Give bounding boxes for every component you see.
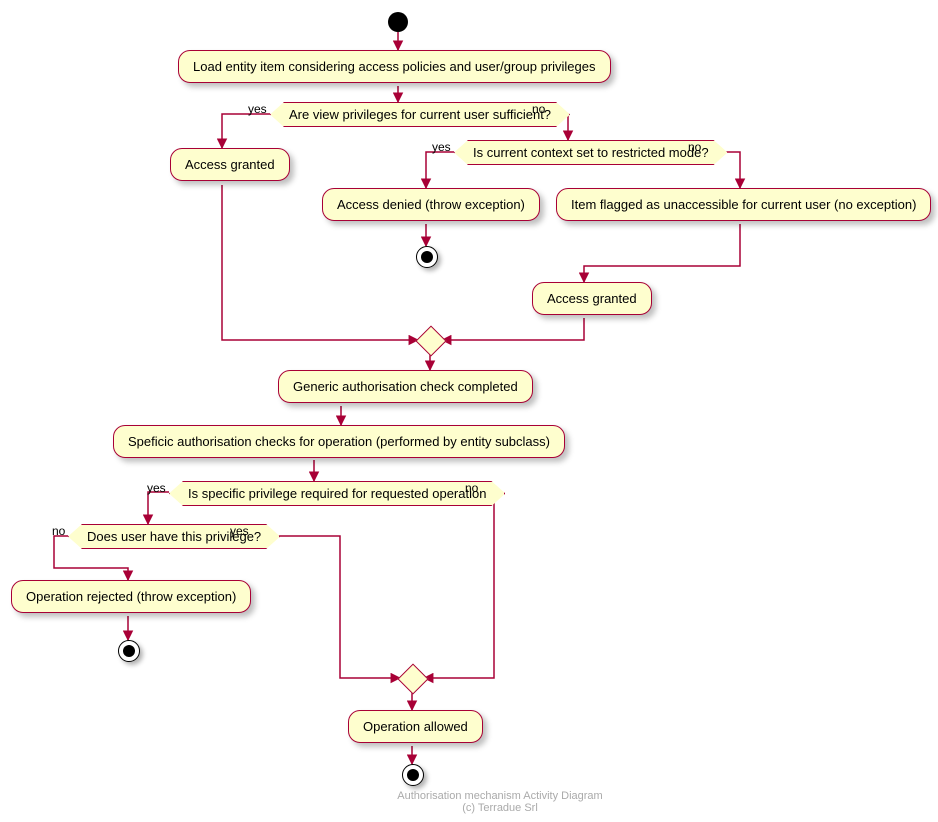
edge-label-yes: yes <box>248 102 267 116</box>
activity-label: Access granted <box>547 291 637 306</box>
activity-label: Operation allowed <box>363 719 468 734</box>
activity-operation-allowed: Operation allowed <box>348 710 483 743</box>
footer-line: Authorisation mechanism Activity Diagram <box>350 790 650 802</box>
decision-label: Are view privileges for current user suf… <box>289 107 551 122</box>
activity-access-granted-2: Access granted <box>532 282 652 315</box>
edge-label-no: no <box>532 102 545 116</box>
activity-label: Speficic authorisation checks for operat… <box>128 434 550 449</box>
activity-label: Access granted <box>185 157 275 172</box>
decision-view-privileges: Are view privileges for current user suf… <box>270 102 570 127</box>
edge-label-yes: yes <box>432 140 451 154</box>
end-node <box>402 764 424 786</box>
decision-label: Is current context set to restricted mod… <box>473 145 709 160</box>
end-node <box>118 640 140 662</box>
activity-access-granted-1: Access granted <box>170 148 290 181</box>
edge-label-no: no <box>465 481 478 495</box>
activity-operation-rejected: Operation rejected (throw exception) <box>11 580 251 613</box>
decision-label: Is specific privilege required for reque… <box>188 486 486 501</box>
activity-label: Operation rejected (throw exception) <box>26 589 236 604</box>
edge-label-yes: yes <box>147 481 166 495</box>
activity-specific-auth: Speficic authorisation checks for operat… <box>113 425 565 458</box>
decision-restricted-mode: Is current context set to restricted mod… <box>454 140 728 165</box>
start-node <box>388 12 408 32</box>
end-node <box>416 246 438 268</box>
activity-label: Generic authorisation check completed <box>293 379 518 394</box>
footer-line: (c) Terradue Srl <box>350 802 650 814</box>
activity-generic-auth: Generic authorisation check completed <box>278 370 533 403</box>
decision-specific-privilege: Is specific privilege required for reque… <box>169 481 505 506</box>
activity-label: Load entity item considering access poli… <box>193 59 596 74</box>
activity-label: Access denied (throw exception) <box>337 197 525 212</box>
edge-label-no: no <box>52 524 65 538</box>
edge-label-no: no <box>688 140 701 154</box>
activity-load-entity: Load entity item considering access poli… <box>178 50 611 83</box>
activity-access-denied: Access denied (throw exception) <box>322 188 540 221</box>
diagram-footer: Authorisation mechanism Activity Diagram… <box>350 790 650 814</box>
activity-item-flagged: Item flagged as unaccessible for current… <box>556 188 931 221</box>
activity-label: Item flagged as unaccessible for current… <box>571 197 916 212</box>
edge-label-yes: yes <box>230 524 249 538</box>
